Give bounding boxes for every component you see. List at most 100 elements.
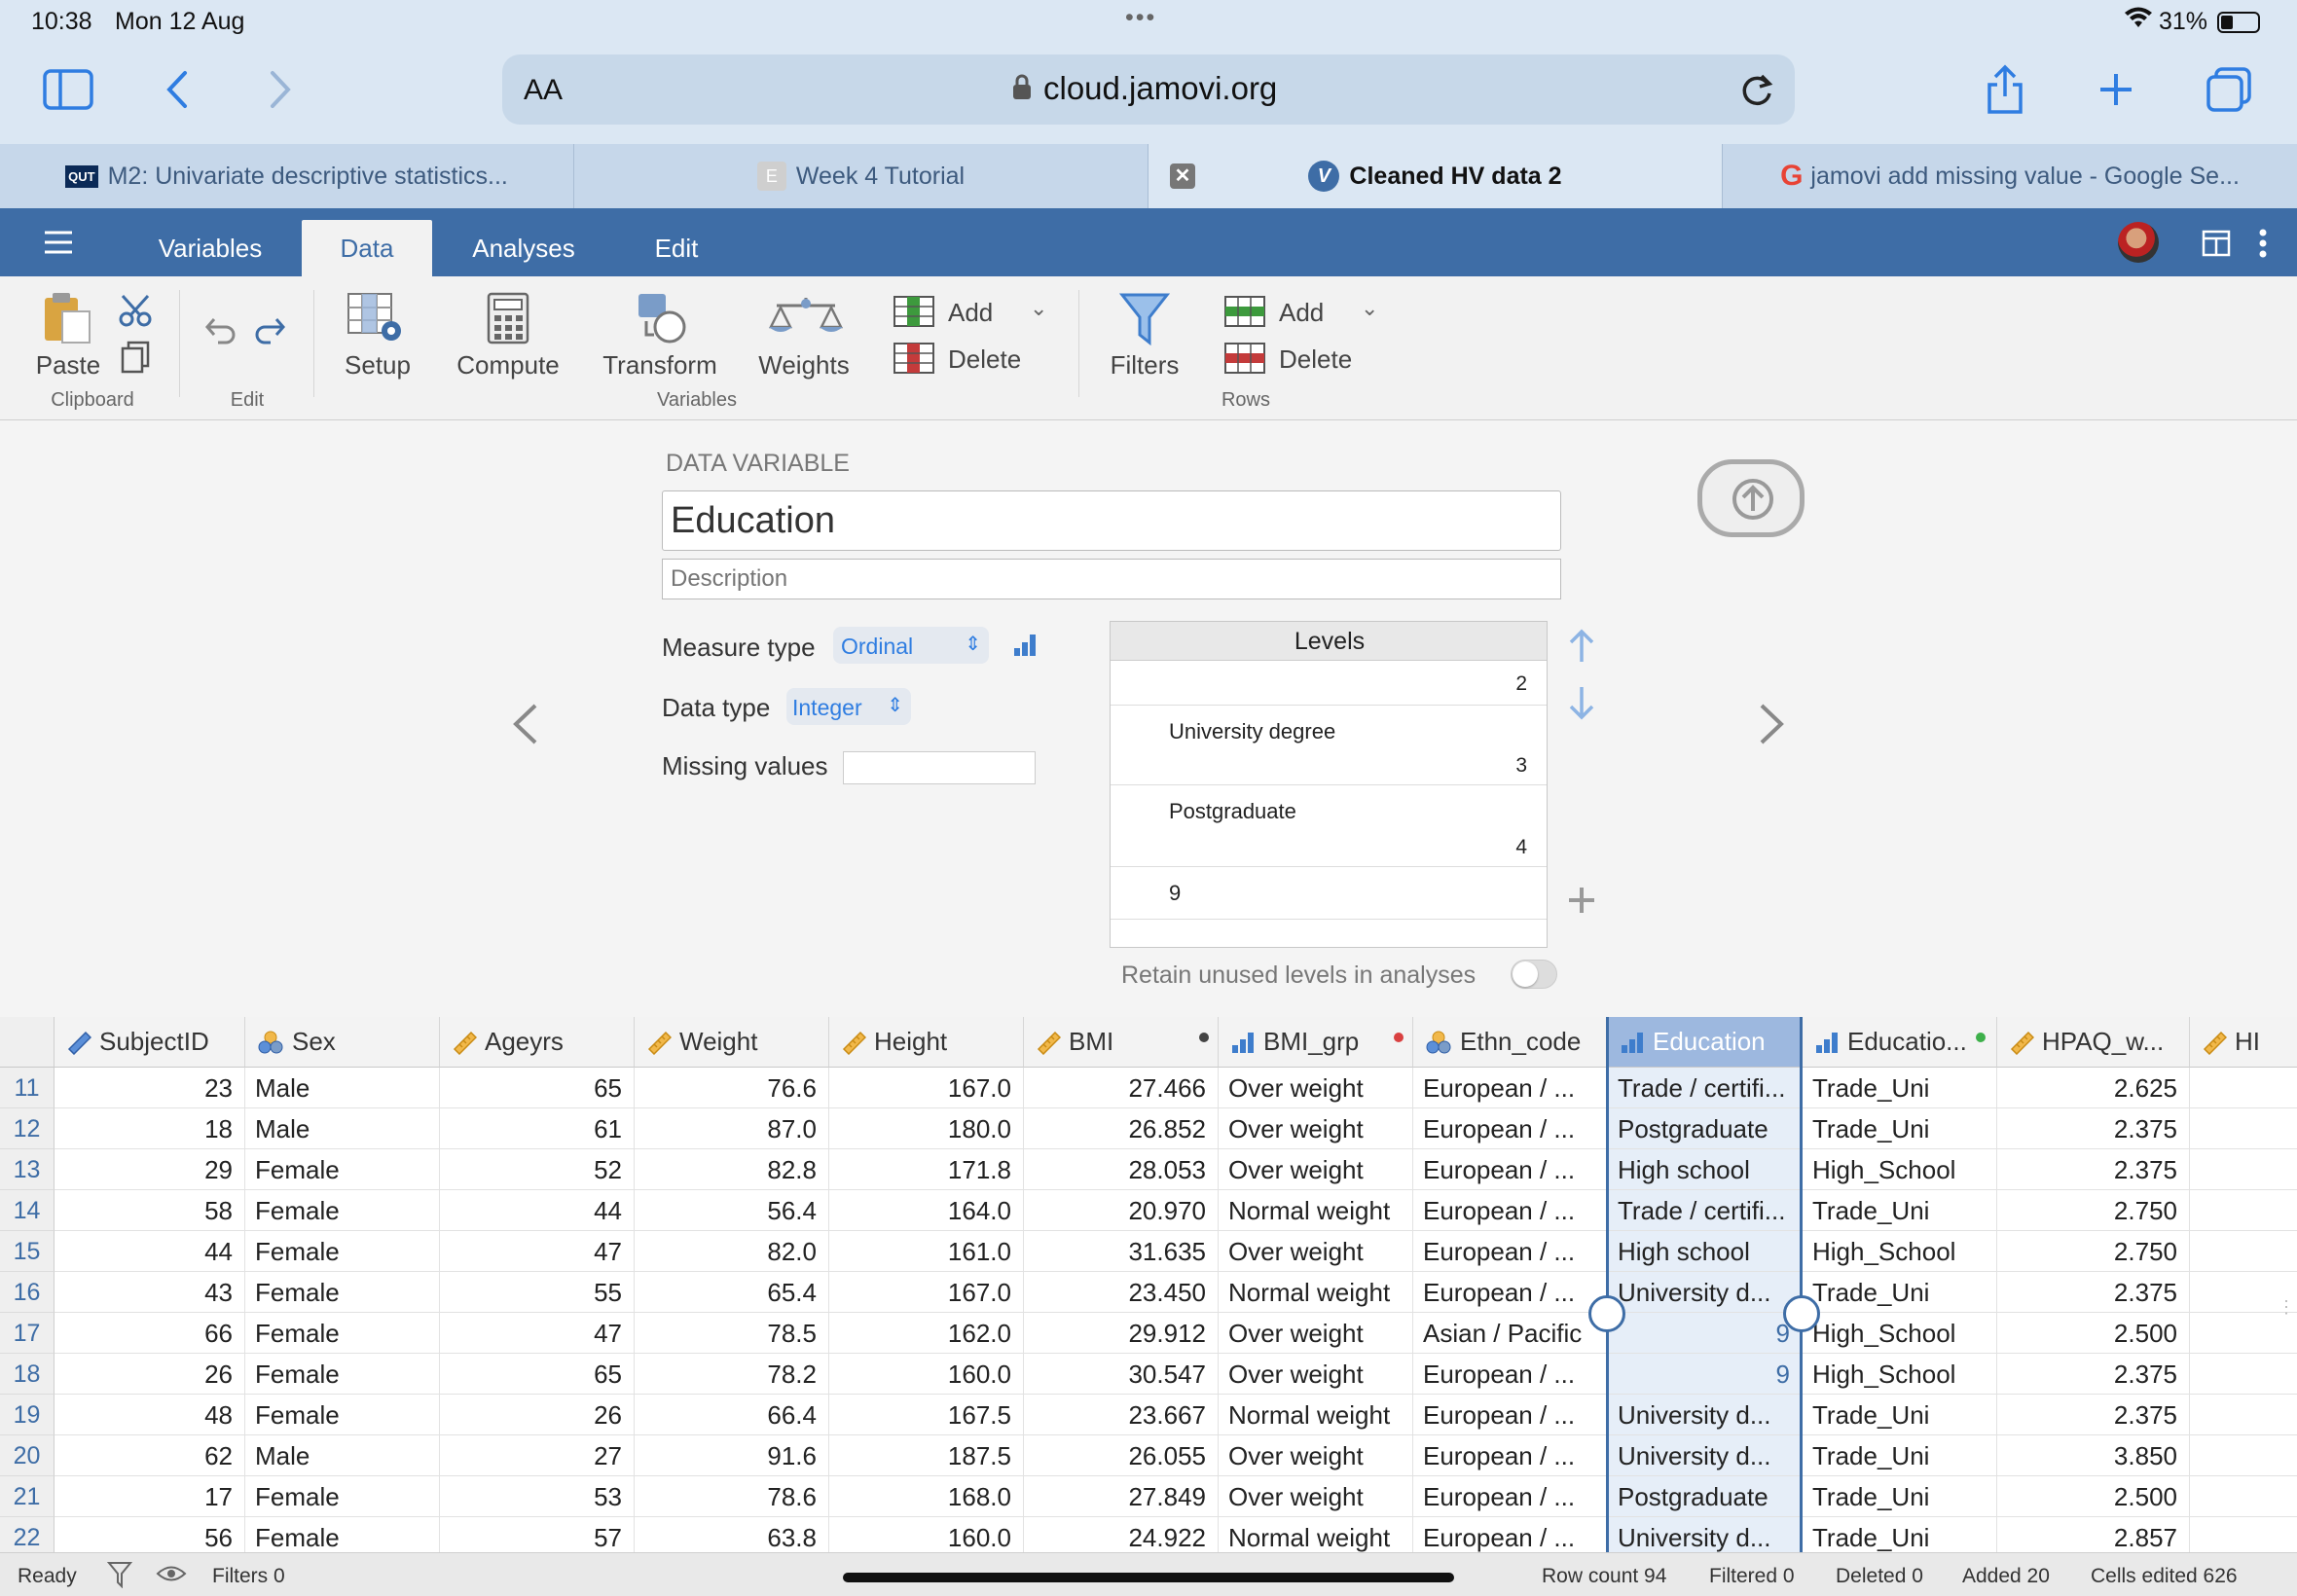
- table-cell[interactable]: 28.053: [1024, 1149, 1219, 1190]
- table-cell[interactable]: European / ...: [1413, 1476, 1608, 1517]
- table-cell[interactable]: European / ...: [1413, 1190, 1608, 1231]
- tab-edit[interactable]: Edit: [623, 220, 730, 276]
- measure-type-select[interactable]: Ordinal ⇕: [833, 627, 989, 664]
- table-cell[interactable]: 23: [55, 1068, 245, 1108]
- table-cell[interactable]: 2.375: [1997, 1354, 2190, 1395]
- table-cell[interactable]: University d...: [1608, 1517, 1803, 1552]
- add-variable-icon[interactable]: [893, 296, 934, 332]
- filters-button[interactable]: Filters: [1098, 350, 1191, 381]
- browser-tab-qut[interactable]: QUT M2: Univariate descriptive statistic…: [0, 144, 574, 208]
- data-type-select[interactable]: Integer ⇕: [786, 688, 911, 725]
- row-number[interactable]: 17: [0, 1313, 55, 1354]
- table-cell[interactable]: 167.0: [829, 1068, 1024, 1108]
- table-cell[interactable]: Female: [245, 1231, 440, 1272]
- table-cell[interactable]: 66: [55, 1313, 245, 1354]
- table-cell[interactable]: [2190, 1435, 2297, 1476]
- table-cell[interactable]: Female: [245, 1354, 440, 1395]
- table-cell[interactable]: 2.375: [1997, 1108, 2190, 1149]
- table-cell[interactable]: 160.0: [829, 1354, 1024, 1395]
- table-cell[interactable]: Trade_Uni: [1803, 1435, 1997, 1476]
- delete-variable-button[interactable]: Delete: [948, 345, 1021, 375]
- table-cell[interactable]: Female: [245, 1395, 440, 1435]
- reader-aa-button[interactable]: AA: [524, 74, 563, 107]
- browser-tab-jamovi[interactable]: ✕ V Cleaned HV data 2: [1148, 144, 1723, 208]
- table-cell[interactable]: [2190, 1190, 2297, 1231]
- table-cell[interactable]: 2.857: [1997, 1517, 2190, 1552]
- table-cell[interactable]: 24.922: [1024, 1517, 1219, 1552]
- table-cell[interactable]: 66.4: [635, 1395, 829, 1435]
- table-cell[interactable]: 44: [440, 1190, 635, 1231]
- more-options-icon[interactable]: [2258, 228, 2268, 264]
- table-cell[interactable]: [2190, 1354, 2297, 1395]
- table-cell[interactable]: High_School: [1803, 1149, 1997, 1190]
- add-level-icon[interactable]: [1567, 886, 1596, 920]
- table-cell[interactable]: 43: [55, 1272, 245, 1313]
- table-cell[interactable]: Normal weight: [1219, 1395, 1413, 1435]
- layout-toggle-icon[interactable]: [2202, 230, 2231, 262]
- move-level-up-icon[interactable]: [1567, 629, 1596, 669]
- table-cell[interactable]: Trade / certifi...: [1608, 1190, 1803, 1231]
- table-cell[interactable]: Trade_Uni: [1803, 1476, 1997, 1517]
- table-cell[interactable]: 56: [55, 1517, 245, 1552]
- table-cell[interactable]: University d...: [1608, 1395, 1803, 1435]
- level-item[interactable]: 2: [1111, 661, 1547, 706]
- selection-handle-right[interactable]: [1783, 1295, 1820, 1332]
- table-cell[interactable]: 82.8: [635, 1149, 829, 1190]
- column-header[interactable]: Height: [829, 1017, 1024, 1068]
- row-number[interactable]: 19: [0, 1395, 55, 1435]
- transform-icon[interactable]: [633, 292, 687, 349]
- table-cell[interactable]: 2.500: [1997, 1476, 2190, 1517]
- table-cell[interactable]: 27.466: [1024, 1068, 1219, 1108]
- previous-variable-icon[interactable]: [510, 703, 539, 750]
- address-bar[interactable]: AA cloud.jamovi.org: [502, 54, 1795, 125]
- table-cell[interactable]: [2190, 1068, 2297, 1108]
- table-cell[interactable]: 17: [55, 1476, 245, 1517]
- table-cell[interactable]: Over weight: [1219, 1354, 1413, 1395]
- table-cell[interactable]: European / ...: [1413, 1108, 1608, 1149]
- tab-overview-icon[interactable]: [2200, 60, 2258, 119]
- filter-status-icon[interactable]: [106, 1561, 133, 1594]
- undo-icon[interactable]: [204, 315, 239, 349]
- table-cell[interactable]: Over weight: [1219, 1231, 1413, 1272]
- table-cell[interactable]: Trade_Uni: [1803, 1272, 1997, 1313]
- column-header[interactable]: HPAQ_w...: [1997, 1017, 2190, 1068]
- chevron-down-icon[interactable]: ⌄: [1030, 296, 1047, 321]
- copy-icon[interactable]: [121, 341, 150, 379]
- table-cell[interactable]: 26: [55, 1354, 245, 1395]
- table-cell[interactable]: Trade_Uni: [1803, 1395, 1997, 1435]
- new-tab-icon[interactable]: [2087, 60, 2145, 119]
- table-cell[interactable]: [2190, 1395, 2297, 1435]
- row-number[interactable]: 13: [0, 1149, 55, 1190]
- variable-name-input[interactable]: [662, 490, 1561, 551]
- table-cell[interactable]: 160.0: [829, 1517, 1024, 1552]
- column-header[interactable]: Sex: [245, 1017, 440, 1068]
- table-cell[interactable]: 78.2: [635, 1354, 829, 1395]
- table-cell[interactable]: 171.8: [829, 1149, 1024, 1190]
- table-cell[interactable]: 87.0: [635, 1108, 829, 1149]
- table-cell[interactable]: 31.635: [1024, 1231, 1219, 1272]
- table-cell[interactable]: 48: [55, 1395, 245, 1435]
- table-cell[interactable]: High_School: [1803, 1231, 1997, 1272]
- move-level-down-icon[interactable]: [1567, 685, 1596, 725]
- table-cell[interactable]: Postgraduate: [1608, 1476, 1803, 1517]
- add-row-button[interactable]: Add: [1279, 298, 1324, 328]
- table-cell[interactable]: European / ...: [1413, 1517, 1608, 1552]
- next-variable-icon[interactable]: [1758, 703, 1787, 750]
- delete-row-icon[interactable]: [1224, 343, 1265, 379]
- table-cell[interactable]: 2.750: [1997, 1190, 2190, 1231]
- table-cell[interactable]: [2190, 1476, 2297, 1517]
- column-header[interactable]: Ageyrs: [440, 1017, 635, 1068]
- table-cell[interactable]: 63.8: [635, 1517, 829, 1552]
- table-cell[interactable]: 44: [55, 1231, 245, 1272]
- table-cell[interactable]: 76.6: [635, 1068, 829, 1108]
- compute-button[interactable]: Compute: [450, 350, 566, 381]
- table-cell[interactable]: Trade_Uni: [1803, 1190, 1997, 1231]
- weights-icon[interactable]: [767, 294, 845, 347]
- table-cell[interactable]: 20.970: [1024, 1190, 1219, 1231]
- table-cell[interactable]: Female: [245, 1149, 440, 1190]
- column-header[interactable]: Ethn_code: [1413, 1017, 1608, 1068]
- table-cell[interactable]: Male: [245, 1068, 440, 1108]
- table-cell[interactable]: 29: [55, 1149, 245, 1190]
- row-number[interactable]: 20: [0, 1435, 55, 1476]
- table-cell[interactable]: 27: [440, 1435, 635, 1476]
